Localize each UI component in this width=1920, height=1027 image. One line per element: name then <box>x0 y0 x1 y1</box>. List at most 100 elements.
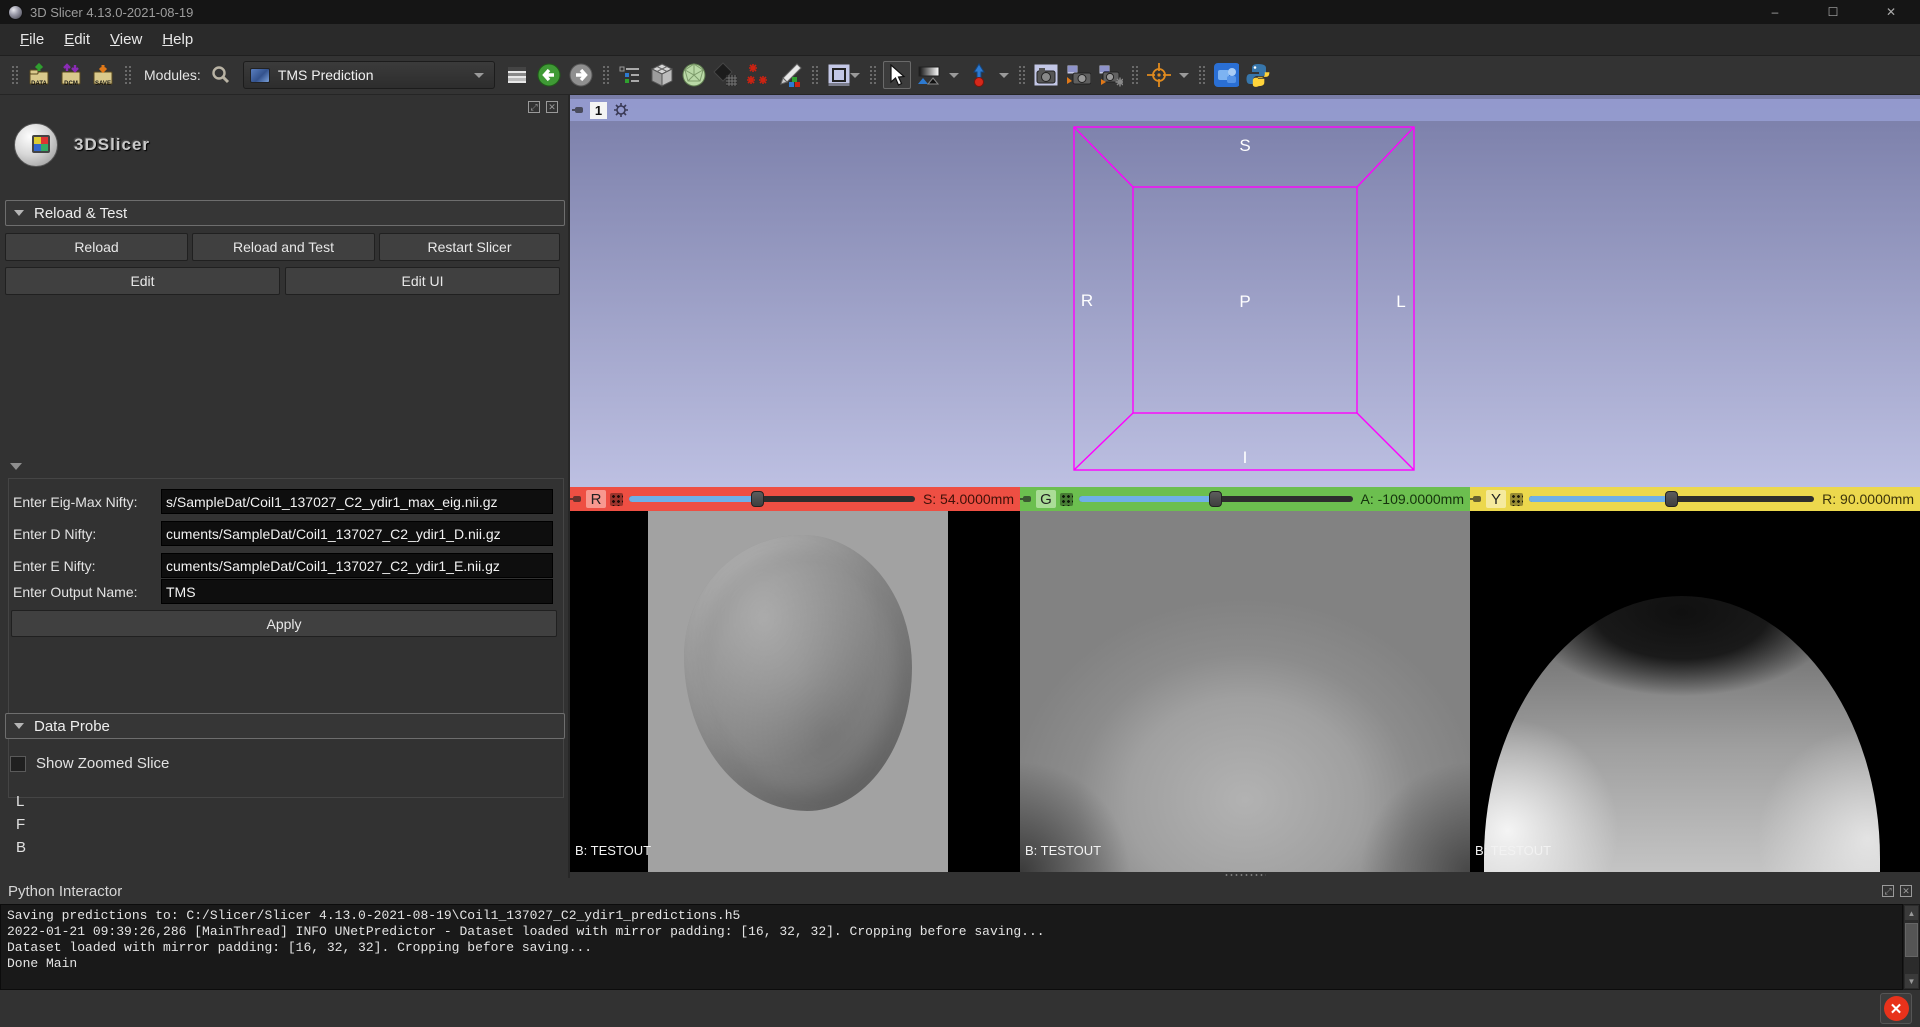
menu-bar: File Edit View Help <box>0 24 1920 56</box>
save-icon[interactable]: SAVE <box>89 61 117 89</box>
slice-letter-badge[interactable]: R <box>586 490 606 508</box>
python-icon[interactable] <box>1244 61 1272 89</box>
main-toolbar: DATA DCM SAVE Modules: TMS Prediction <box>0 56 1920 95</box>
console-line: Saving predictions to: C:/Slicer/Slicer … <box>7 908 1896 924</box>
d-nifty-label: Enter D Nifty: <box>13 526 96 542</box>
show-zoomed-slice-checkbox[interactable] <box>10 756 26 772</box>
slice-view-yellow[interactable]: B: TESTOUT <box>1470 511 1920 872</box>
slice-letter-badge[interactable]: G <box>1036 490 1056 508</box>
section-reload-test[interactable]: Reload & Test <box>5 200 565 226</box>
screenshot-icon[interactable] <box>1032 61 1060 89</box>
collapsed-section-arrow-icon[interactable] <box>10 463 22 470</box>
toolbar-grip[interactable] <box>1131 65 1138 85</box>
toolbar-grip[interactable] <box>124 65 131 85</box>
module-back-icon[interactable] <box>535 61 563 89</box>
volumes-icon[interactable] <box>680 61 708 89</box>
close-button[interactable]: ✕ <box>1862 0 1920 24</box>
slice-image <box>648 511 948 872</box>
models-icon[interactable] <box>712 61 740 89</box>
undock-panel-icon[interactable]: ⤢ <box>1882 885 1894 897</box>
eig-max-input[interactable]: s/SampleDat/Coil1_137027_C2_ydir1_max_ei… <box>161 489 553 514</box>
scene-view-gear-icon[interactable] <box>1096 61 1124 89</box>
toolbar-grip[interactable] <box>1018 65 1025 85</box>
chevron-down-icon[interactable] <box>949 73 959 78</box>
edit-button[interactable]: Edit <box>5 267 280 295</box>
extensions-icon[interactable] <box>1212 61 1240 89</box>
undock-panel-icon[interactable]: ⤢ <box>528 101 540 113</box>
pin-icon[interactable] <box>1022 491 1032 507</box>
chevron-down-icon[interactable] <box>999 73 1009 78</box>
place-point-icon[interactable] <box>965 61 993 89</box>
crosshair-icon[interactable] <box>1145 61 1173 89</box>
slice-link-icon[interactable] <box>1060 493 1073 506</box>
scrollbar-thumb[interactable] <box>1905 923 1918 957</box>
menu-view[interactable]: View <box>100 27 152 52</box>
slice-offset-slider-yellow[interactable] <box>1529 490 1814 508</box>
module-search-icon[interactable] <box>207 61 235 89</box>
brain-slice-blob <box>684 535 912 811</box>
module-selector[interactable]: TMS Prediction <box>243 61 495 89</box>
load-dicom-icon[interactable]: DCM <box>57 61 85 89</box>
toolbar-grip[interactable] <box>869 65 876 85</box>
scroll-up-icon[interactable]: ▲ <box>1905 906 1918 920</box>
e-nifty-input[interactable]: cuments/SampleDat/Coil1_137027_C2_ydir1_… <box>161 553 553 578</box>
d-nifty-input[interactable]: cuments/SampleDat/Coil1_137027_C2_ydir1_… <box>161 521 553 546</box>
console-scrollbar[interactable]: ▲ ▼ <box>1903 904 1920 990</box>
reload-button[interactable]: Reload <box>5 233 188 261</box>
maximize-button[interactable]: ☐ <box>1804 0 1862 24</box>
toolbar-grip[interactable] <box>602 65 609 85</box>
modules-label: Modules: <box>144 67 201 83</box>
annotations-pen-icon[interactable] <box>776 61 804 89</box>
slider-handle[interactable] <box>1209 491 1222 507</box>
title-bar: 3D Slicer 4.13.0-2021-08-19 – ☐ ✕ <box>0 0 1920 24</box>
window-level-icon[interactable] <box>915 61 943 89</box>
close-panel-icon[interactable]: ✕ <box>1900 885 1912 897</box>
markups-icon[interactable] <box>744 61 772 89</box>
section-data-probe[interactable]: Data Probe <box>5 713 565 739</box>
edit-ui-button[interactable]: Edit UI <box>285 267 560 295</box>
pin-icon[interactable] <box>1472 491 1482 507</box>
view-area: 1 S R P L <box>570 95 1920 878</box>
slider-handle[interactable] <box>1665 491 1678 507</box>
slice-view-green[interactable]: B: TESTOUT <box>1020 511 1470 872</box>
menu-edit[interactable]: Edit <box>54 27 100 52</box>
toolbar-grip[interactable] <box>11 65 18 85</box>
module-forward-icon[interactable] <box>567 61 595 89</box>
menu-help[interactable]: Help <box>152 27 203 52</box>
toolbar-grip[interactable] <box>811 65 818 85</box>
scroll-down-icon[interactable]: ▼ <box>1905 974 1918 988</box>
slice-link-icon[interactable] <box>1510 493 1523 506</box>
slice-view-red[interactable]: B: TESTOUT <box>570 511 1020 872</box>
apply-button[interactable]: Apply <box>11 610 557 637</box>
scene-view-icon[interactable] <box>1064 61 1092 89</box>
mouse-pointer-icon[interactable] <box>883 61 911 89</box>
toolbar-grip[interactable] <box>1198 65 1205 85</box>
minimize-button[interactable]: – <box>1746 0 1804 24</box>
close-panel-icon[interactable]: ✕ <box>546 101 558 113</box>
load-data-icon[interactable]: DATA <box>25 61 53 89</box>
pin-icon[interactable] <box>572 491 582 507</box>
slider-handle[interactable] <box>751 491 764 507</box>
error-log-button[interactable]: ✕ <box>1880 993 1912 1024</box>
collapse-arrow-icon <box>14 210 24 216</box>
probe-axis-b: B <box>16 839 26 856</box>
slice-offset-value: A: -109.0000mm <box>1361 491 1465 507</box>
slice-offset-slider-green[interactable] <box>1079 490 1353 508</box>
output-name-input[interactable]: TMS <box>161 579 553 604</box>
menu-file[interactable]: File <box>10 27 54 52</box>
probe-axis-f: F <box>16 816 25 833</box>
view-3d[interactable]: 1 S R P L <box>570 95 1920 487</box>
restart-slicer-button[interactable]: Restart Slicer <box>379 233 560 261</box>
subject-hierarchy-icon[interactable] <box>616 61 644 89</box>
python-console[interactable]: Saving predictions to: C:/Slicer/Slicer … <box>0 904 1903 990</box>
slice-letter-badge[interactable]: Y <box>1486 490 1506 508</box>
slice-link-icon[interactable] <box>610 493 623 506</box>
module-panel: ⤢ ✕ 3DSlicer Reload & Test Reload Reload… <box>0 95 570 878</box>
layout-icon[interactable] <box>825 61 853 89</box>
reload-and-test-button[interactable]: Reload and Test <box>192 233 375 261</box>
data-cube-icon[interactable] <box>648 61 676 89</box>
slice-offset-slider-red[interactable] <box>629 490 915 508</box>
module-history-icon[interactable] <box>503 61 531 89</box>
chevron-down-icon[interactable] <box>1179 73 1189 78</box>
python-interactor-panel: Python Interactor ⤢ ✕ Saving predictions… <box>0 878 1920 1027</box>
